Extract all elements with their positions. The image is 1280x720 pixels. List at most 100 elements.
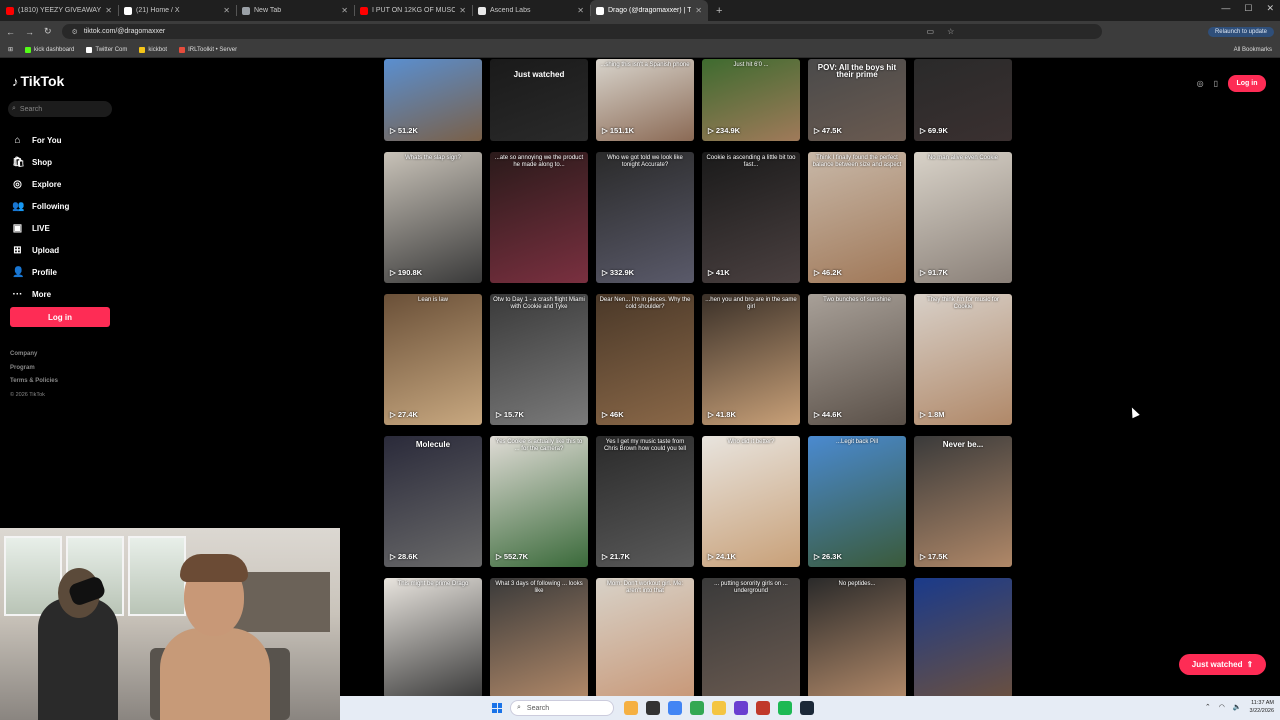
- sidebar-login-button[interactable]: Log in: [10, 307, 110, 327]
- minimize-icon[interactable]: —: [1221, 3, 1230, 14]
- close-tab-icon[interactable]: ✕: [223, 6, 230, 15]
- bookmark-item[interactable]: Twitter Com: [86, 46, 127, 53]
- video-tile[interactable]: POV: All the boys hit their prime ▷ 47.5K: [808, 59, 906, 141]
- bookmark-star-icon[interactable]: ☆: [947, 27, 954, 36]
- sidebar-item-live[interactable]: ▣ LIVE: [12, 217, 69, 239]
- close-tab-icon[interactable]: ✕: [459, 6, 466, 15]
- wifi-icon[interactable]: ◠: [1219, 703, 1225, 711]
- sidebar-item-upload[interactable]: ⊞ Upload: [12, 239, 69, 261]
- video-tile[interactable]: Dear Nen... I'm in pieces. Why the cold …: [596, 294, 694, 425]
- video-tile[interactable]: ... putting sorority girls on ... underg…: [702, 578, 800, 698]
- footer-terms[interactable]: Terms & Policies: [10, 375, 58, 389]
- footer-company[interactable]: Company: [10, 348, 58, 362]
- sidebar-item-for-you[interactable]: ⌂ For You: [12, 129, 69, 151]
- taskbar-app-icon[interactable]: [690, 701, 704, 715]
- browser-tab[interactable]: (21) Home / X ✕: [118, 0, 236, 21]
- browser-tab[interactable]: New Tab ✕: [236, 0, 354, 21]
- chevron-up-icon[interactable]: ⌃: [1205, 703, 1211, 711]
- video-tile[interactable]: Who we got told we look like tonight Acc…: [596, 152, 694, 283]
- video-tile[interactable]: Just hit 6'0 ... ▷ 234.9K: [702, 59, 800, 141]
- clock[interactable]: 11:37 AM 3/22/2026: [1250, 699, 1274, 715]
- bookmark-item[interactable]: kick dashboard: [25, 46, 74, 53]
- tiktok-logo[interactable]: ♪ TikTok: [12, 73, 64, 89]
- volume-icon[interactable]: 🔈: [1233, 703, 1242, 711]
- taskbar-app-icon[interactable]: [756, 701, 770, 715]
- apps-icon[interactable]: ⊞: [8, 46, 13, 53]
- sidebar-item-following[interactable]: 👥 Following: [12, 195, 69, 217]
- reload-icon[interactable]: ↻: [44, 26, 52, 37]
- video-tile[interactable]: [914, 578, 1012, 698]
- taskbar-app-icon[interactable]: [668, 701, 682, 715]
- maximize-icon[interactable]: ☐: [1244, 3, 1252, 14]
- video-tile[interactable]: Cookie is ascending a little bit too fas…: [702, 152, 800, 283]
- video-tile[interactable]: Who did it better? ▷ 24.1K: [702, 436, 800, 567]
- video-tile[interactable]: ▷ 69.9K: [914, 59, 1012, 141]
- video-tile[interactable]: Yes Cookie is actually like this to ... …: [490, 436, 588, 567]
- footer-program[interactable]: Program: [10, 362, 58, 376]
- browser-tab[interactable]: I PUT ON 12KG OF MUSCLE IN✕: [354, 0, 472, 21]
- video-tile[interactable]: Otw to Day 1 - a crash flight Miami with…: [490, 294, 588, 425]
- relaunch-button[interactable]: Relaunch to update: [1207, 26, 1274, 37]
- video-tile[interactable]: ...ate so annoying we the product he mad…: [490, 152, 588, 283]
- close-window-icon[interactable]: ✕: [1266, 3, 1274, 14]
- bookmark-item[interactable]: kickbot: [139, 46, 167, 53]
- video-tile[interactable]: Think I finally found the perfect balanc…: [808, 152, 906, 283]
- back-icon[interactable]: ←: [6, 27, 15, 37]
- video-tile[interactable]: This might be prime Drago: [384, 578, 482, 698]
- video-tile[interactable]: No man alive even Cookie ▷ 91.7K: [914, 152, 1012, 283]
- sidebar-item-explore[interactable]: ◎ Explore: [12, 173, 69, 195]
- video-tile[interactable]: ...Legit back Pill ▷ 26.3K: [808, 436, 906, 567]
- taskbar-search[interactable]: ⌕ Search: [510, 700, 614, 716]
- close-tab-icon[interactable]: ✕: [105, 6, 112, 15]
- taskbar-app-icon[interactable]: [624, 701, 638, 715]
- browser-tab[interactable]: (1810) YEEZY GIVEAWAY!!! | 67!✕: [0, 0, 118, 21]
- bookmark-favicon-icon: [179, 46, 186, 53]
- search-input[interactable]: ⌕ Search: [8, 101, 112, 117]
- video-tile[interactable]: Just watched: [490, 59, 588, 141]
- windows-start-icon[interactable]: [492, 703, 502, 713]
- copyright: © 2026 TikTok: [10, 391, 45, 398]
- bookmark-item[interactable]: IRLToolkit • Server: [179, 46, 237, 53]
- video-tile[interactable]: Whats the slap sign? ▷ 190.8K: [384, 152, 482, 283]
- tab-title: (21) Home / X: [136, 7, 180, 14]
- close-tab-icon[interactable]: ✕: [577, 6, 584, 15]
- close-tab-icon[interactable]: ✕: [695, 6, 702, 15]
- video-tile[interactable]: Lean is law ▷ 27.4K: [384, 294, 482, 425]
- video-tile[interactable]: What 3 days of following ... looks like: [490, 578, 588, 698]
- taskbar-app-icon[interactable]: [778, 701, 792, 715]
- sidebar-item-shop[interactable]: 🛍 Shop: [12, 151, 69, 173]
- get-coins-icon[interactable]: ◎: [1197, 79, 1204, 88]
- video-tile[interactable]: Molecule ▷ 28.6K: [384, 436, 482, 567]
- video-tile[interactable]: Yes I get my music taste from Chris Brow…: [596, 436, 694, 567]
- play-icon: ▷: [390, 268, 398, 277]
- video-tile[interactable]: ...shing this isn't a Spanish phone ▷ 151…: [596, 59, 694, 141]
- sidebar-item-more[interactable]: ··· More: [12, 283, 69, 305]
- header-login-button[interactable]: Log in: [1228, 75, 1266, 92]
- video-tile[interactable]: ...hen you and bro are in the same girl ▷…: [702, 294, 800, 425]
- view-count-value: 1.8M: [927, 410, 945, 419]
- taskbar-app-icon[interactable]: [712, 701, 726, 715]
- cast-icon[interactable]: ▭: [927, 27, 935, 36]
- taskbar-app-icon[interactable]: [734, 701, 748, 715]
- view-count: ▷ 15.7K: [496, 410, 524, 419]
- forward-icon[interactable]: →: [25, 27, 34, 37]
- view-count-value: 47.5K: [821, 126, 842, 135]
- browser-tab[interactable]: Ascend Labs ✕: [472, 0, 590, 21]
- following-icon: 👥: [12, 200, 25, 212]
- video-tile[interactable]: Mom: Don't workout girl. Me: aren't into…: [596, 578, 694, 698]
- browser-tab[interactable]: Drago (@dragomaxxer) | TikTok✕: [590, 0, 708, 21]
- video-tile[interactable]: No peptides...: [808, 578, 906, 698]
- taskbar-app-icon[interactable]: [800, 701, 814, 715]
- all-bookmarks-button[interactable]: All Bookmarks: [1234, 47, 1272, 53]
- video-tile[interactable]: Two bunches of sunshine ▷ 44.6K: [808, 294, 906, 425]
- site-info-icon[interactable]: ⚙: [72, 28, 78, 36]
- close-tab-icon[interactable]: ✕: [341, 6, 348, 15]
- sidebar-item-profile[interactable]: 👤 Profile: [12, 261, 69, 283]
- new-tab-button[interactable]: +: [716, 5, 722, 17]
- app-icon[interactable]: ▯: [1214, 79, 1218, 88]
- video-tile[interactable]: Never be... ▷ 17.5K: [914, 436, 1012, 567]
- taskbar-app-icon[interactable]: [646, 701, 660, 715]
- video-tile[interactable]: ▷ 51.2K: [384, 59, 482, 141]
- just-watched-button[interactable]: Just watched ⇑: [1179, 654, 1266, 675]
- video-tile[interactable]: They think I'm for music for Cookie ▷ 1.8…: [914, 294, 1012, 425]
